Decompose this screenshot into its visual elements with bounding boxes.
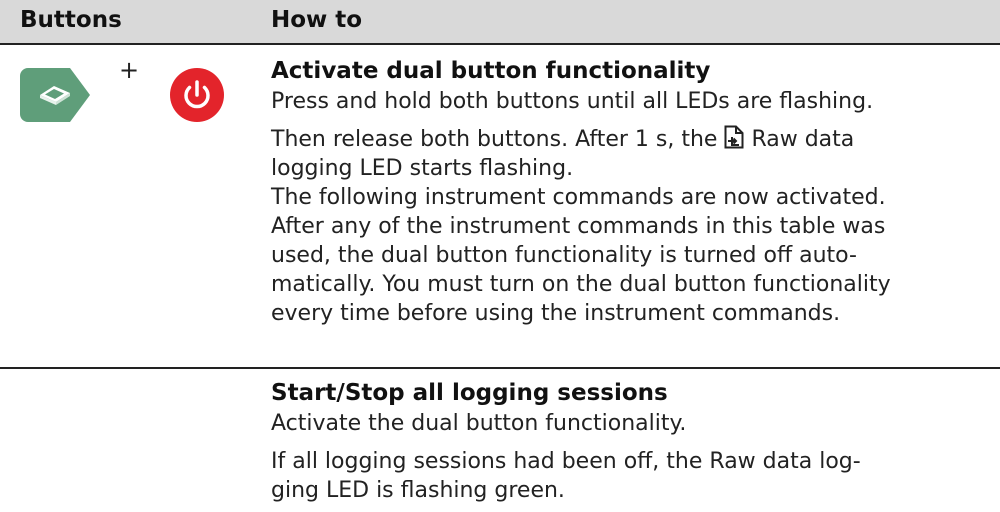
row2-step2-line2: ging LED is flashing green. xyxy=(271,478,565,503)
row1-note-line: matically. You must turn on the dual but… xyxy=(271,272,891,297)
row1-title: Activate dual button functionality xyxy=(271,58,711,84)
plus-sign: + xyxy=(119,56,140,84)
power-icon xyxy=(170,68,224,122)
row1-note-line: After any of the instrument commands in … xyxy=(271,214,886,239)
row-divider xyxy=(0,367,1000,369)
row1-step2: Then release both buttons. After 1 s, th… xyxy=(271,125,991,183)
header-buttons: Buttons xyxy=(20,7,122,33)
gnss-button-icon xyxy=(20,68,90,122)
row1-note-line: The following instrument commands are no… xyxy=(271,185,886,210)
row1-note: The following instrument commands are no… xyxy=(271,183,991,328)
row1-step2-text-c: logging LED starts flashing. xyxy=(271,156,574,181)
row2-step1: Activate the dual button functionality. xyxy=(271,411,687,436)
row-activate-dual-button: Activate dual button functionality Press… xyxy=(271,58,991,328)
row2-title: Start/Stop all logging sessions xyxy=(271,380,668,406)
raw-data-logging-icon xyxy=(724,125,744,149)
row1-note-line: every time before using the instrument c… xyxy=(271,301,841,326)
dual-button-icons: + xyxy=(20,56,240,122)
row1-step2-text-a: Then release both buttons. After 1 s, th… xyxy=(271,127,725,152)
row1-step2-text-b: Raw data xyxy=(751,127,855,152)
row1-note-line: used, the dual button functionality is t… xyxy=(271,243,857,268)
row2-step2-line1: If all logging sessions had been off, th… xyxy=(271,449,861,474)
row-start-stop-logging: Start/Stop all logging sessions Activate… xyxy=(271,380,991,505)
row2-step2: If all logging sessions had been off, th… xyxy=(271,447,991,505)
row1-step1: Press and hold both buttons until all LE… xyxy=(271,89,874,114)
table-header: Buttons How to xyxy=(0,0,1000,45)
header-how-to: How to xyxy=(271,7,363,33)
